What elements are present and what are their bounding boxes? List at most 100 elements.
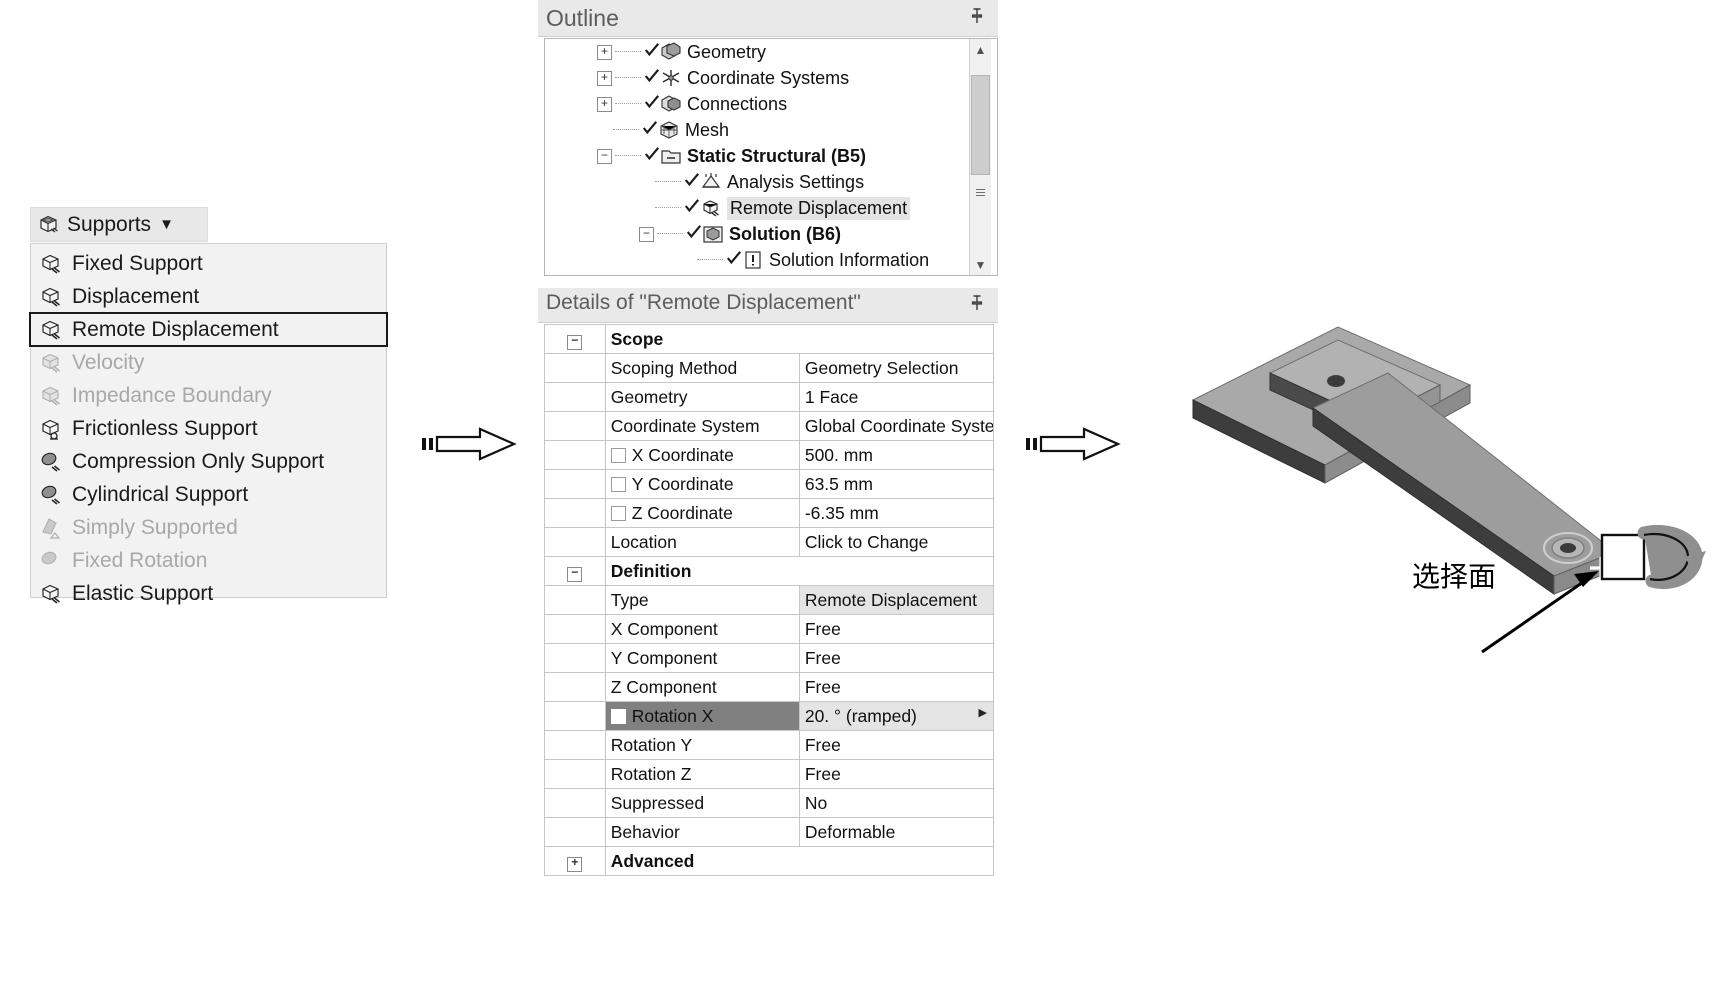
row-checkbox[interactable] [610,447,626,463]
scrollbar-thumb[interactable] [971,75,990,175]
property-value[interactable]: 63.5 mm [798,469,995,499]
scroll-up-arrow[interactable]: ▲ [970,39,991,60]
tree-item-connections[interactable]: + Connections [545,91,997,117]
property-value[interactable]: Free [798,672,995,702]
details-row-z-component[interactable]: Z Component Free [544,672,995,702]
details-row-rotation-z[interactable]: Rotation Z Free [544,759,995,789]
details-row-geometry[interactable]: Geometry 1 Face [544,382,995,412]
tree-item-geometry[interactable]: + Geometry [545,39,997,65]
group-expander[interactable]: − [544,556,606,586]
details-group-scope[interactable]: − Scope [544,324,995,354]
details-row-rotation-y[interactable]: Rotation Y Free [544,730,995,760]
row-gutter [544,701,606,731]
details-title-text: Details of "Remote Displacement" [546,291,861,314]
tree-connector [655,181,681,183]
row-gutter [544,498,606,528]
expand-value-arrow[interactable]: ▶ [979,706,988,719]
tree-item-solution-information[interactable]: Solution Information [545,247,997,273]
property-value-text: 500. mm [804,444,873,465]
menu-item-label: Remote Displacement [72,317,279,341]
row-checkbox[interactable] [610,505,626,521]
details-row-type[interactable]: Type Remote Displacement [544,585,995,615]
remote-displacement-icon [39,318,63,342]
property-value[interactable]: -6.35 mm [798,498,995,528]
outline-tree[interactable]: + Geometry + Coordinate Systems + Connections… [544,38,998,276]
property-value[interactable]: Click to Change [798,527,995,557]
supports-dropdown-button[interactable]: Supports ▼ [30,207,208,242]
row-gutter [544,585,606,615]
tree-item-label: Coordinate Systems [687,67,850,88]
property-value[interactable]: Deformable [798,817,995,847]
property-value[interactable]: Free [798,730,995,760]
property-value[interactable]: Free [798,643,995,673]
property-value[interactable]: Geometry Selection [798,353,995,383]
group-expander[interactable]: − [544,324,606,354]
tree-expander[interactable]: + [597,44,612,60]
status-check-icon [644,42,660,63]
details-row-y-component[interactable]: Y Component Free [544,643,995,673]
details-row-y-coordinate[interactable]: Y Coordinate 63.5 mm [544,469,995,499]
menu-item-elastic-support[interactable]: Elastic Support [31,577,386,610]
menu-item-remote-displacement[interactable]: Remote Displacement [29,312,388,347]
tree-item-static-structural-b5[interactable]: − Static Structural (B5) [545,143,997,169]
menu-item-cylindrical-support[interactable]: Cylindrical Support [31,478,386,511]
tree-item-analysis-settings[interactable]: Analysis Settings [545,169,997,195]
menu-item-frictionless-support[interactable]: Frictionless Support [31,412,386,445]
property-value[interactable]: No [798,788,995,818]
details-properties-table[interactable]: − Scope Scoping Method Geometry Selection Ge… [544,324,995,876]
property-value[interactable]: 1 Face [798,382,995,412]
property-value[interactable]: Free [798,614,995,644]
details-row-suppressed[interactable]: Suppressed No [544,788,995,818]
compression-only-icon [39,450,63,474]
tree-item-coordinate-systems[interactable]: + Coordinate Systems [545,65,997,91]
property-name-text: Suppressed [610,792,705,813]
details-row-scoping-method[interactable]: Scoping Method Geometry Selection [544,353,995,383]
select-face-annotation: 选择面 [1412,560,1497,593]
connections-icon [660,93,682,115]
details-row-location[interactable]: Location Click to Change [544,527,995,557]
details-row-behavior[interactable]: Behavior Deformable [544,817,995,847]
property-value[interactable]: Global Coordinate System [798,411,995,441]
scroll-down-arrow[interactable]: ▼ [970,254,991,275]
details-row-rotation-x[interactable]: Rotation X ▶ 20. ° (ramped) [544,701,995,731]
property-value-text: Remote Displacement [804,589,977,610]
details-group-definition[interactable]: − Definition [544,556,995,586]
tree-connector [697,259,723,261]
property-name-text: Z Coordinate [631,502,733,523]
geometry-icon [660,41,682,63]
tree-item-mesh[interactable]: Mesh [545,117,997,143]
tree-expander[interactable]: − [597,148,612,164]
property-value[interactable]: 500. mm [798,440,995,470]
property-value-text: Global Coordinate System [804,415,994,436]
supports-dropdown-menu[interactable]: Fixed Support Displacement Remote Displace… [29,243,388,605]
tree-expander[interactable]: − [639,226,654,242]
tree-expander[interactable]: + [597,96,612,112]
outline-scrollbar[interactable]: ▲ ▼ [969,39,991,275]
tree-connector [615,155,641,157]
details-group-advanced[interactable]: + Advanced [544,846,995,876]
property-value[interactable]: ▶ 20. ° (ramped) [798,701,995,731]
pin-icon[interactable] [970,294,984,318]
chevron-down-icon: ▼ [159,216,174,233]
property-value-text: 63.5 mm [804,473,873,494]
property-name: Y Coordinate [604,469,800,499]
row-checkbox[interactable] [610,708,626,724]
details-row-x-coordinate[interactable]: X Coordinate 500. mm [544,440,995,470]
group-expander[interactable]: + [544,846,606,876]
menu-item-compression-only-support[interactable]: Compression Only Support [31,445,386,478]
pin-icon[interactable] [970,7,984,31]
row-checkbox[interactable] [610,476,626,492]
tree-expander[interactable]: + [597,70,612,86]
geometry-viewport[interactable] [1150,280,1710,660]
menu-item-fixed-support[interactable]: Fixed Support [31,247,386,280]
property-value[interactable]: Remote Displacement [798,585,995,615]
details-row-x-component[interactable]: X Component Free [544,614,995,644]
details-row-coordinate-system[interactable]: Coordinate System Global Coordinate Syste… [544,411,995,441]
details-row-z-coordinate[interactable]: Z Coordinate -6.35 mm [544,498,995,528]
tree-item-remote-displacement[interactable]: Remote Displacement [545,195,997,221]
row-gutter [544,817,606,847]
property-value-text: Free [804,734,841,755]
menu-item-displacement[interactable]: Displacement [31,280,386,313]
property-value[interactable]: Free [798,759,995,789]
tree-item-solution-b6[interactable]: − Solution (B6) [545,221,997,247]
